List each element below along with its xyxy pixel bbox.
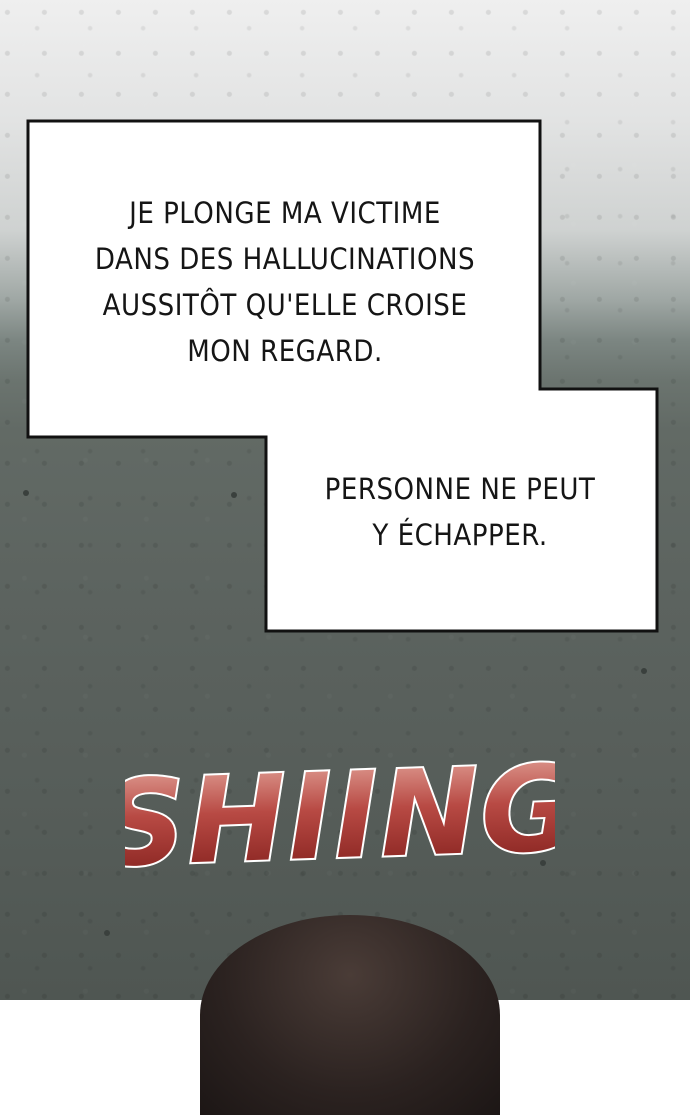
caption-text-1: JE PLONGE MA VICTIME DANS DES HALLUCINAT… [40, 190, 530, 374]
caption-text-2: PERSONNE NE PEUT Y ÉCHAPPER. [290, 466, 630, 558]
caption-line: AUSSITÔT QU'ELLE CROISE [102, 288, 468, 322]
caption-line: DANS DES HALLUCINATIONS [94, 242, 476, 276]
sound-effect-shiing: SHIING [125, 745, 555, 885]
caption-line: MON REGARD. [187, 334, 383, 368]
caption-line: JE PLONGE MA VICTIME [129, 196, 441, 230]
caption-line: PERSONNE NE PEUT [324, 472, 596, 506]
caption-line: Y ÉCHAPPER. [372, 518, 548, 552]
character-head-hair [200, 915, 500, 1115]
sound-effect-text: SHIING [125, 745, 555, 885]
